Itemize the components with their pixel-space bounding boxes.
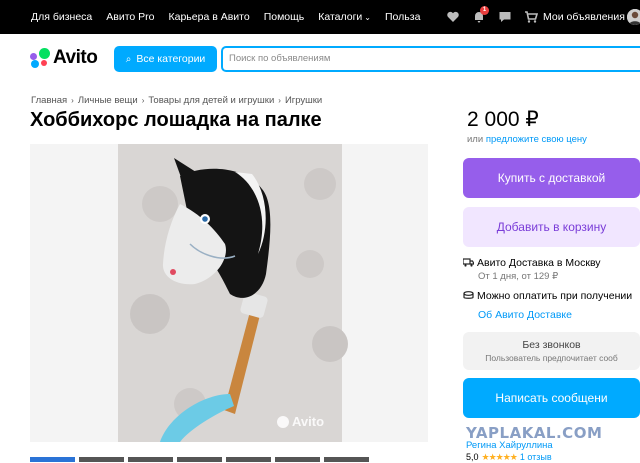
heart-icon[interactable] bbox=[446, 10, 460, 24]
truck-icon bbox=[463, 258, 474, 267]
avito-watermark-icon bbox=[277, 415, 289, 428]
photo-watermark: Avito bbox=[277, 414, 324, 429]
no-calls-title: Без звонков bbox=[522, 339, 581, 351]
payment-info: Можно оплатить при получении bbox=[463, 290, 632, 302]
no-calls-box: Без звонков Пользователь предпочитает со… bbox=[463, 332, 640, 370]
chevron-right-icon: › bbox=[71, 96, 74, 105]
seller-name[interactable]: Регина Хайруллина bbox=[466, 440, 553, 451]
all-categories-button[interactable]: ⌕ Все категории bbox=[114, 46, 217, 72]
breadcrumb: Главная › Личные вещи › Товары для детей и и… bbox=[31, 95, 322, 106]
notifications-badge: 1 bbox=[480, 6, 489, 15]
categories-icon: ⌕ bbox=[125, 53, 132, 65]
buy-with-delivery-button[interactable]: Купить с доставкой bbox=[463, 158, 640, 198]
main-photo[interactable]: Avito bbox=[30, 144, 428, 442]
avito-logo-text: Avito bbox=[53, 47, 98, 68]
rating-value: 5,0 bbox=[466, 452, 479, 462]
top-bar: Для бизнеса Авито Pro Карьера в Авито По… bbox=[0, 0, 640, 34]
cart-icon[interactable] bbox=[524, 10, 539, 24]
reviews-link[interactable]: 1 отзыв bbox=[520, 452, 552, 462]
nav-catalogs-label: Каталоги bbox=[318, 11, 363, 23]
photo-watermark-text: Avito bbox=[292, 414, 325, 429]
nav-avito-pro[interactable]: Авито Pro bbox=[106, 11, 154, 23]
header: Avito ⌕ Все категории Поиск по объявлени… bbox=[0, 34, 640, 84]
chevron-right-icon: › bbox=[141, 96, 145, 105]
avito-logo-icon bbox=[30, 48, 50, 68]
nav-catalogs[interactable]: Каталоги ⌄ bbox=[318, 11, 371, 23]
my-ads-link[interactable]: Мои объявления bbox=[543, 0, 625, 34]
all-categories-label: Все категории bbox=[136, 53, 206, 65]
no-calls-subtitle: Пользователь предпочитает сооб bbox=[485, 353, 618, 363]
add-to-cart-button[interactable]: Добавить в корзину bbox=[463, 207, 640, 247]
price-hint-prefix: или bbox=[467, 134, 484, 145]
thumbnail[interactable] bbox=[128, 457, 173, 462]
price: 2 000 ₽ bbox=[467, 108, 539, 131]
price-hint: или предложите свою цену bbox=[467, 134, 587, 145]
top-nav: Для бизнеса Авито Pro Карьера в Авито По… bbox=[31, 0, 434, 34]
thumbnail[interactable] bbox=[226, 457, 271, 462]
breadcrumb-home[interactable]: Главная bbox=[31, 95, 67, 106]
page-title: Хоббихорс лошадка на палке bbox=[30, 109, 322, 131]
thumbnail[interactable] bbox=[79, 457, 124, 462]
hobby-horse-image bbox=[30, 144, 428, 442]
coins-icon bbox=[463, 291, 474, 299]
avatar[interactable] bbox=[627, 9, 640, 25]
chevron-right-icon: › bbox=[278, 96, 281, 105]
delivery-details: От 1 дня, от 129 ₽ bbox=[478, 271, 559, 282]
pay-on-receipt: Можно оплатить при получении bbox=[477, 290, 633, 302]
breadcrumb-kids[interactable]: Товары для детей и игрушки bbox=[148, 95, 274, 106]
nav-career[interactable]: Карьера в Авито bbox=[169, 11, 250, 23]
delivery-info: Авито Доставка в Москву bbox=[463, 257, 601, 269]
nav-help[interactable]: Помощь bbox=[264, 11, 305, 23]
messages-icon[interactable] bbox=[498, 10, 512, 24]
thumbnail[interactable] bbox=[177, 457, 222, 462]
thumbnail[interactable] bbox=[324, 457, 369, 462]
seller-rating: 5,0 ★★★★★ 1 отзыв bbox=[466, 452, 552, 463]
thumbnail[interactable] bbox=[275, 457, 320, 462]
nav-benefit[interactable]: Польза bbox=[385, 11, 420, 23]
top-icons: 1 bbox=[446, 6, 539, 26]
chevron-down-icon: ⌄ bbox=[364, 13, 371, 22]
offer-price-link[interactable]: предложите свою цену bbox=[486, 134, 587, 145]
breadcrumb-toys[interactable]: Игрушки bbox=[285, 95, 322, 106]
search-input[interactable]: Поиск по объявлениям bbox=[221, 46, 640, 72]
about-delivery-link[interactable]: Об Авито Доставке bbox=[478, 309, 572, 321]
photo-thumbnails bbox=[30, 457, 428, 462]
star-icon: ★★★★★ bbox=[481, 452, 518, 462]
nav-for-business[interactable]: Для бизнеса bbox=[31, 11, 92, 23]
breadcrumb-personal[interactable]: Личные вещи bbox=[78, 95, 138, 106]
thumbnail[interactable] bbox=[30, 457, 75, 462]
bell-icon[interactable]: 1 bbox=[472, 6, 489, 24]
write-message-button[interactable]: Написать сообщени bbox=[463, 378, 640, 418]
avito-logo[interactable]: Avito bbox=[30, 47, 98, 69]
delivery-title: Авито Доставка в Москву bbox=[477, 257, 601, 269]
